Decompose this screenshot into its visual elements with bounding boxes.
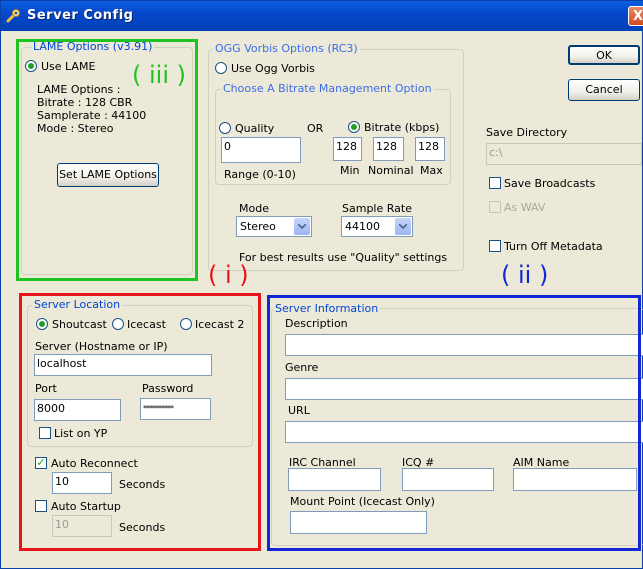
- turn-off-metadata-checkbox[interactable]: [489, 240, 501, 252]
- bitrate-kbps-label: Bitrate (kbps): [364, 121, 440, 134]
- save-directory-label: Save Directory: [486, 126, 568, 139]
- min-bitrate-input[interactable]: 128: [333, 137, 362, 161]
- mode-label: Mode: [239, 202, 269, 215]
- quality-radio[interactable]: [219, 122, 231, 134]
- or-label: OR: [307, 122, 324, 135]
- turn-off-metadata-label: Turn Off Metadata: [504, 240, 603, 253]
- ogg-vorbis-legend: OGG Vorbis Options (RC3): [213, 42, 360, 55]
- bitrate-management-legend: Choose A Bitrate Management Option: [221, 82, 434, 95]
- min-label: Min: [340, 164, 360, 177]
- range-label: Range (0-10): [224, 168, 296, 181]
- quality-tip: For best results use "Quality" settings: [239, 251, 448, 264]
- cancel-button[interactable]: Cancel: [568, 79, 640, 101]
- save-directory-input[interactable]: c:\: [486, 143, 642, 165]
- save-broadcasts-label: Save Broadcasts: [504, 177, 596, 190]
- annotation-label-iii: ( iii ): [132, 61, 186, 89]
- ok-button[interactable]: OK: [568, 45, 640, 65]
- quality-input[interactable]: 0: [221, 137, 301, 163]
- wrench-icon: [6, 9, 20, 23]
- save-broadcasts-checkbox[interactable]: [489, 177, 501, 189]
- as-wav-checkbox[interactable]: [489, 201, 501, 213]
- nominal-label: Nominal: [368, 164, 414, 177]
- annotation-label-ii: ( ii ): [501, 261, 549, 289]
- bitrate-radio[interactable]: [348, 121, 360, 133]
- mode-select-value: Stereo: [240, 220, 276, 233]
- sample-rate-select-value: 44100: [345, 220, 380, 233]
- quality-label: Quality: [235, 122, 275, 135]
- use-ogg-label: Use Ogg Vorbis: [231, 62, 315, 75]
- server-config-window: Server Config X LAME Options (v3.91) Use…: [0, 0, 643, 569]
- window-title: Server Config: [27, 8, 134, 23]
- max-label: Max: [420, 164, 443, 177]
- nominal-bitrate-input[interactable]: 128: [373, 137, 404, 161]
- annotation-box-ii: [267, 295, 641, 551]
- annotation-label-i: ( i ): [208, 261, 249, 289]
- sample-rate-label: Sample Rate: [342, 202, 412, 215]
- chevron-down-icon[interactable]: [395, 218, 411, 235]
- chevron-down-icon[interactable]: [294, 218, 310, 235]
- max-bitrate-input[interactable]: 128: [415, 137, 445, 161]
- sample-rate-select[interactable]: 44100: [341, 216, 413, 237]
- as-wav-label: As WAV: [504, 201, 546, 214]
- annotation-box-i: [19, 293, 261, 551]
- use-ogg-radio[interactable]: [215, 62, 227, 74]
- title-bar[interactable]: Server Config X: [1, 1, 643, 31]
- mode-select[interactable]: Stereo: [236, 216, 312, 237]
- close-button[interactable]: X: [628, 6, 643, 26]
